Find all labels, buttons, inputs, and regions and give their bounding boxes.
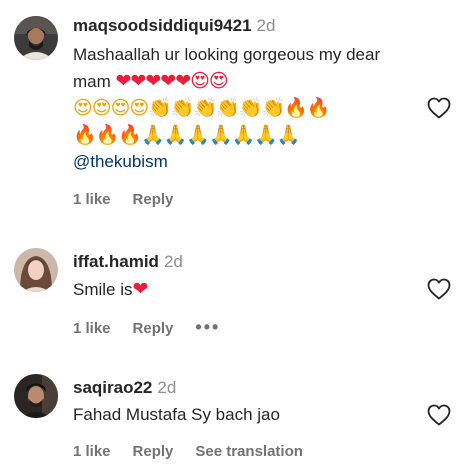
comment-actions: 1 like Reply •••: [73, 317, 242, 338]
timestamp[interactable]: 2d: [157, 378, 176, 397]
like-count[interactable]: 1 like: [73, 443, 111, 460]
comment-body: maqsoodsiddiqui9421 2d Mashaallah ur look…: [73, 15, 411, 175]
comment-actions: 1 like Reply: [73, 191, 195, 208]
comment-text: Fahad Mustafa Sy bach jao: [73, 402, 411, 428]
avatar[interactable]: [14, 374, 58, 418]
reply-button[interactable]: Reply: [133, 191, 174, 208]
avatar[interactable]: [14, 16, 58, 60]
emoji-line-1: ❤❤❤❤❤😍😍: [115, 70, 229, 92]
like-count[interactable]: 1 like: [73, 191, 111, 208]
comment-header: saqirao22 2d: [73, 377, 411, 399]
reply-button[interactable]: Reply: [133, 320, 174, 337]
comment-actions: 1 like Reply See translation: [73, 443, 325, 460]
comment-body: saqirao22 2d Fahad Mustafa Sy bach jao: [73, 377, 411, 428]
username[interactable]: saqirao22: [73, 378, 152, 397]
heart-emoji: ❤: [132, 278, 149, 300]
timestamp[interactable]: 2d: [164, 252, 183, 271]
emoji-line-2: 😍😍😍😍👏👏👏👏👏👏🔥🔥: [73, 97, 330, 119]
comment-header: maqsoodsiddiqui9421 2d: [73, 15, 411, 37]
see-translation-button[interactable]: See translation: [195, 443, 303, 460]
like-count[interactable]: 1 like: [73, 320, 111, 337]
heart-outline-icon[interactable]: [427, 404, 451, 426]
more-options-icon[interactable]: •••: [195, 317, 220, 337]
emoji-line-3: 🔥🔥🔥🙏🙏🙏🙏🙏🙏🙏: [73, 124, 301, 146]
comment-text-main: Fahad Mustafa Sy bach jao: [73, 405, 280, 424]
comment-body: iffat.hamid 2d Smile is❤: [73, 251, 411, 303]
heart-outline-icon[interactable]: [427, 97, 451, 119]
comment-text: Smile is❤: [73, 276, 411, 303]
timestamp[interactable]: 2d: [257, 16, 276, 35]
comment-header: iffat.hamid 2d: [73, 251, 411, 273]
heart-outline-icon[interactable]: [427, 278, 451, 300]
username[interactable]: iffat.hamid: [73, 252, 159, 271]
reply-button[interactable]: Reply: [133, 443, 174, 460]
mention-link[interactable]: @thekubism: [73, 152, 168, 171]
comment-text-main: Smile is: [73, 280, 133, 299]
username[interactable]: maqsoodsiddiqui9421: [73, 16, 252, 35]
comment-text: Mashaallah ur looking gorgeous my dear m…: [73, 42, 411, 175]
avatar[interactable]: [14, 248, 58, 292]
